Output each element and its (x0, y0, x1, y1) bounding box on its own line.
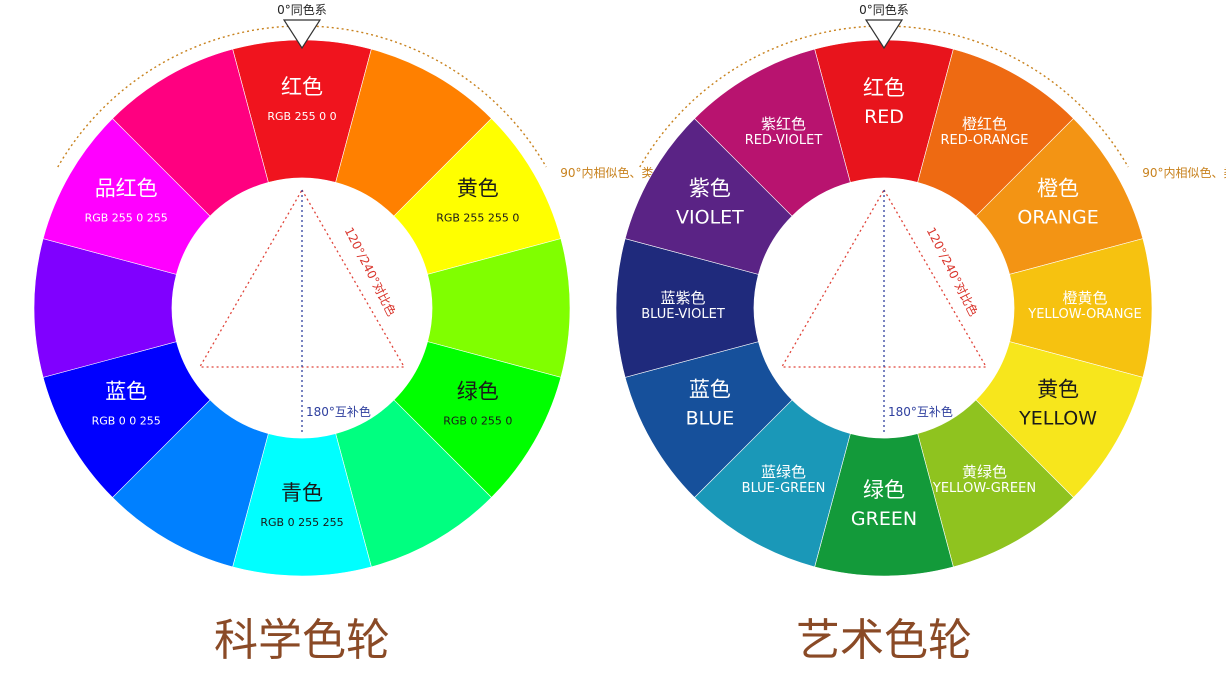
segment-name-label: 蓝色 (689, 378, 731, 402)
top-marker-label: 0°同色系 (277, 3, 327, 17)
segment-name-label: 紫色 (689, 177, 731, 201)
segment-sub-label: RGB 255 255 0 (436, 212, 519, 225)
art-color-wheel: 红色 RED 橙红色RED-ORANGE 橙色 ORANGE 橙黄色YELLOW-ORAN… (615, 3, 1226, 577)
segment-sub-label: BLUE-VIOLET (641, 307, 725, 322)
art-wheel-title: 艺术色轮 (796, 615, 972, 666)
segment-name-label: 蓝绿色 (761, 463, 806, 481)
segment-name-label: 绿色 (863, 478, 905, 502)
segment-sub-label: RGB 255 0 255 (85, 212, 168, 225)
segment-name-label: 黄色 (1037, 378, 1079, 402)
segment-name-label: 蓝色 (105, 380, 147, 404)
segment-name-label: 青色 (281, 481, 323, 505)
segment-sub-label: YELLOW (1018, 408, 1097, 430)
segment-sub-label: BLUE (686, 408, 735, 430)
segment-name-label: 黄绿色 (962, 463, 1007, 481)
segment-sub-label: RGB 0 255 255 (260, 516, 343, 529)
segment-sub-label: GREEN (851, 508, 917, 530)
segment-name-label: 红色 (863, 76, 905, 100)
segment-name-label: 橙黄色 (1062, 289, 1107, 307)
segment-sub-label: ORANGE (1017, 207, 1098, 229)
color-wheels-figure: 红色 RGB 255 0 0 黄色 RGB 255 255 0 绿色 RGB 0 255 … (33, 3, 1226, 666)
segment-sub-label: RGB 255 0 0 (267, 110, 336, 123)
segment-sub-label: YELLOW-GREEN (932, 481, 1036, 496)
segment-name-label: 紫红色 (761, 115, 806, 133)
segment-name-label: 橙红色 (962, 115, 1007, 133)
analogous-note: 90°内相似色、类似色 (1142, 166, 1226, 180)
segment-sub-label: RED (864, 106, 904, 128)
segment-name-label: 品红色 (95, 177, 158, 201)
segment-name-label: 橙色 (1037, 177, 1079, 201)
complement-note: 180°互补色 (888, 405, 953, 419)
segment-sub-label: RGB 0 0 255 (92, 415, 161, 428)
segment-sub-label: RED-ORANGE (941, 133, 1029, 148)
segment-name-label: 黄色 (457, 177, 499, 201)
segment-name-label: 红色 (281, 75, 323, 99)
segment-sub-label: VIOLET (676, 207, 744, 229)
segment-sub-label: YELLOW-ORANGE (1027, 307, 1141, 322)
segment-name-label: 绿色 (457, 380, 499, 404)
top-marker-label: 0°同色系 (859, 3, 909, 17)
segment-sub-label: BLUE-GREEN (742, 481, 826, 496)
complement-note: 180°互补色 (306, 405, 371, 419)
segment-sub-label: RGB 0 255 0 (443, 415, 512, 428)
science-wheel-title: 科学色轮 (214, 615, 390, 666)
segment-sub-label: RED-VIOLET (745, 133, 823, 148)
segment-name-label: 蓝紫色 (660, 289, 705, 307)
science-color-wheel: 红色 RGB 255 0 0 黄色 RGB 255 255 0 绿色 RGB 0 255 … (33, 3, 678, 577)
